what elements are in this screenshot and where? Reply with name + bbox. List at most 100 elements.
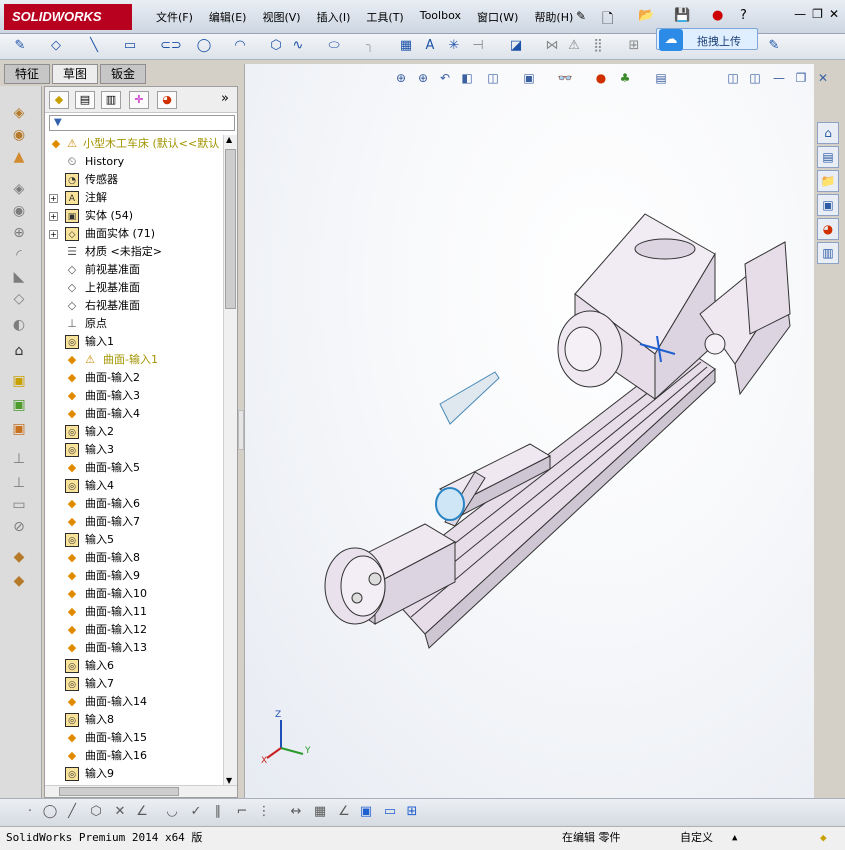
extrude-cut-icon[interactable]: ◈: [10, 180, 28, 198]
move-face-icon[interactable]: ◆: [10, 548, 28, 566]
reference-geometry-icon[interactable]: ⌂: [10, 342, 28, 360]
tree-item[interactable]: ◎ 输入1: [45, 333, 223, 351]
custom-properties-icon[interactable]: ▥: [817, 242, 839, 264]
rib-icon[interactable]: ◇: [10, 290, 28, 308]
panel-grid-icon[interactable]: ⊞: [404, 804, 420, 820]
instant2d-icon[interactable]: ✎: [766, 38, 782, 54]
scroll-down-icon[interactable]: ▼: [226, 776, 232, 785]
tree-item[interactable]: ◔ 传感器: [45, 171, 223, 189]
tree-item[interactable]: ◎ 输入3: [45, 441, 223, 459]
tree-item[interactable]: ◇ 右视基准面: [45, 297, 223, 315]
grid-tool-icon[interactable]: ▦: [312, 804, 328, 820]
fillet-feature-icon[interactable]: ◜: [10, 246, 28, 264]
tree-item[interactable]: ◆ 曲面-输入2: [45, 369, 223, 387]
tree-item[interactable]: ◇ 前视基准面: [45, 261, 223, 279]
delete-face-icon[interactable]: ▭: [10, 496, 28, 514]
angle2-tool-icon[interactable]: ∠: [336, 804, 352, 820]
tree-item[interactable]: ◎ 输入8: [45, 711, 223, 729]
smart-dimension-icon[interactable]: ◇: [48, 38, 64, 54]
trim-icon[interactable]: ⊣: [470, 38, 486, 54]
status-units[interactable]: 自定义: [680, 827, 713, 849]
viewport-close-icon[interactable]: ✕: [815, 70, 831, 86]
tree-item[interactable]: ◎ 输入5: [45, 531, 223, 549]
menu-edit[interactable]: 编辑(E): [201, 9, 255, 25]
configuration-manager-tab-icon[interactable]: ▥: [101, 91, 121, 109]
combine-icon[interactable]: ◆: [10, 572, 28, 590]
menu-file[interactable]: 文件(F): [148, 9, 201, 25]
tab-sketch[interactable]: 草图: [52, 64, 99, 84]
feature-green-icon[interactable]: ▣: [10, 396, 28, 414]
grid-icon[interactable]: ▦: [398, 38, 414, 54]
sweep-icon[interactable]: ▲: [10, 148, 28, 166]
split-line-icon[interactable]: ⊥: [10, 450, 28, 468]
cut-revolve-icon[interactable]: ◉: [10, 202, 28, 220]
tree-item[interactable]: ◇ 上视基准面: [45, 279, 223, 297]
tree-item[interactable]: ◆ ⚠ 小型木工车床 (默认<<默认: [45, 135, 223, 153]
menu-help[interactable]: 帮助(H): [526, 9, 581, 25]
angle-tool-icon[interactable]: ∠: [134, 804, 150, 820]
point-tool-icon[interactable]: ·: [22, 804, 38, 820]
tree-item[interactable]: ◆ 曲面-输入11: [45, 603, 223, 621]
point-icon[interactable]: ✳: [446, 38, 462, 54]
circle-tool-icon[interactable]: ◯: [42, 804, 58, 820]
menu-window[interactable]: 窗口(W): [469, 9, 526, 25]
check-tool-icon[interactable]: ✓: [188, 804, 204, 820]
tree-item[interactable]: ◆ 曲面-输入8: [45, 549, 223, 567]
tree-item[interactable]: ◆ 曲面-输入7: [45, 513, 223, 531]
tree-item[interactable]: ⊥ 原点: [45, 315, 223, 333]
resources-icon[interactable]: ▤: [817, 146, 839, 168]
tree-item[interactable]: ◎ 输入6: [45, 657, 223, 675]
tree-vertical-scrollbar[interactable]: ▲ ▼: [223, 135, 237, 785]
tree-item[interactable]: ⏲ History: [45, 153, 223, 171]
text-icon[interactable]: A: [422, 38, 438, 54]
tree-item[interactable]: + ▣ 实体 (54): [45, 207, 223, 225]
revolve-icon[interactable]: ◉: [10, 126, 28, 144]
file-explorer-icon[interactable]: 📁: [817, 170, 839, 192]
tag-icon[interactable]: ◆: [820, 827, 827, 849]
line-icon[interactable]: ╲: [86, 38, 102, 54]
fillet-icon[interactable]: ╮: [362, 38, 378, 54]
help-icon[interactable]: ?: [740, 8, 747, 23]
rectangle-icon[interactable]: ▭: [122, 38, 138, 54]
open-folder-icon[interactable]: 📂: [638, 8, 654, 23]
corner-tool-icon[interactable]: ⌐: [234, 804, 250, 820]
new-document-icon[interactable]: 🗋: [602, 8, 613, 32]
menu-insert[interactable]: 插入(I): [309, 9, 359, 25]
extrude-boss-icon[interactable]: ◈: [10, 104, 28, 122]
tree-item[interactable]: ◆ 曲面-输入9: [45, 567, 223, 585]
tree-item[interactable]: ◆ 曲面-输入5: [45, 459, 223, 477]
expand-panel-icon[interactable]: »: [221, 91, 229, 106]
parallel-tool-icon[interactable]: ∥: [210, 804, 226, 820]
tree-item[interactable]: ◆ 曲面-输入4: [45, 405, 223, 423]
draft-icon[interactable]: ⊥: [10, 474, 28, 492]
ellipse-icon[interactable]: ⬭: [326, 38, 342, 54]
offset-icon[interactable]: ◪: [508, 38, 524, 54]
dash-tool-icon[interactable]: ⋮: [256, 804, 272, 820]
arc-icon[interactable]: ◠: [232, 38, 248, 54]
cross-tool-icon[interactable]: ✕: [112, 804, 128, 820]
feature-manager-tab-icon[interactable]: ◆: [49, 91, 69, 109]
lathe-3d-model[interactable]: [245, 64, 815, 798]
hole-wizard-icon[interactable]: ⊕: [10, 224, 28, 242]
feature-orange-icon[interactable]: ▣: [10, 420, 28, 438]
tree-item[interactable]: + A 注解: [45, 189, 223, 207]
menu-view[interactable]: 视图(V): [254, 9, 308, 25]
scroll-thumb[interactable]: [225, 149, 236, 309]
save-icon[interactable]: 💾: [674, 8, 690, 23]
panel-horizontal-icon[interactable]: ▭: [382, 804, 398, 820]
polygon-tool-icon[interactable]: ⬡: [88, 804, 104, 820]
expand-icon[interactable]: +: [49, 230, 58, 239]
menu-toolbox[interactable]: Toolbox: [412, 9, 469, 25]
tree-horizontal-scrollbar[interactable]: [45, 785, 237, 797]
upload-tooltip[interactable]: ☁ 拖拽上传: [656, 28, 758, 51]
slot-icon[interactable]: ⊂⊃: [160, 38, 182, 54]
expand-icon[interactable]: +: [49, 212, 58, 221]
mirror-icon[interactable]: ⋈: [544, 38, 560, 54]
sketch-fillet-tool-icon[interactable]: ◡: [164, 804, 180, 820]
tree-item[interactable]: ◆ 曲面-输入13: [45, 639, 223, 657]
solidworks-logo[interactable]: SOLIDWORKS: [4, 4, 132, 30]
cut-icon[interactable]: ⊘: [10, 518, 28, 536]
tree-item[interactable]: ◆ 曲面-输入15: [45, 729, 223, 747]
tree-item[interactable]: ◎ 输入9: [45, 765, 223, 783]
feature-yellow-icon[interactable]: ▣: [10, 372, 28, 390]
